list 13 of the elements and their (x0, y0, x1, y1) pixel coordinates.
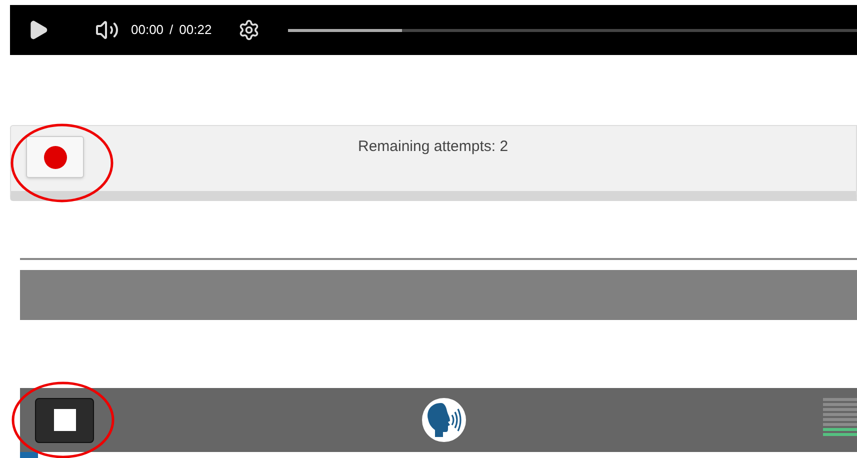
remaining-attempts: Remaining attempts: 2 (358, 137, 508, 157)
progress-track[interactable] (288, 28, 857, 32)
stop-icon (54, 409, 76, 431)
stop-button[interactable] (35, 398, 94, 442)
settings-icon[interactable] (238, 19, 260, 41)
panel-edge (20, 452, 38, 458)
duration: 00:22 (179, 21, 212, 40)
speaking-head-icon (421, 397, 467, 443)
volume-icon[interactable] (95, 18, 119, 42)
time-separator: / (170, 21, 174, 40)
record-button[interactable] (26, 136, 84, 178)
current-time: 00:00 (131, 21, 164, 40)
record-icon (44, 146, 66, 168)
